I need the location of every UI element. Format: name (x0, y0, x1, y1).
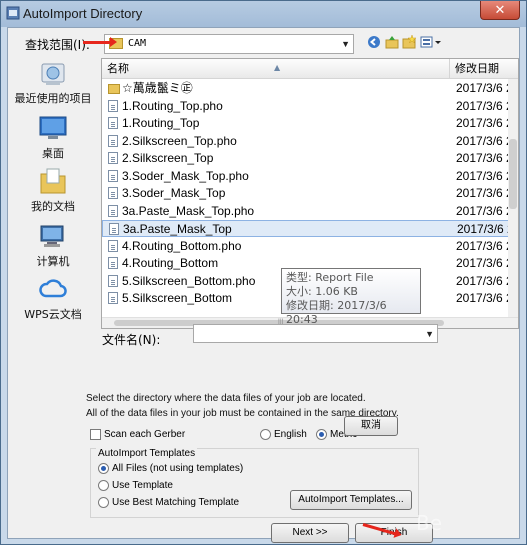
file-name: 2.Silkscreen_Top.pho (122, 133, 237, 148)
look-in-label: 查找范围(I): (25, 38, 90, 52)
place-label: 计算机 (36, 255, 70, 268)
info-line-1: Select the directory where the data file… (86, 393, 366, 404)
computer-icon (38, 221, 68, 251)
recent-places-icon (38, 58, 68, 88)
place-label: 我的文档 (31, 200, 75, 213)
file-name: 1.Routing_Top.pho (122, 98, 223, 113)
scan-gerber-checkbox[interactable] (90, 429, 101, 440)
metric-radio[interactable] (316, 429, 327, 440)
file-row[interactable]: 3.Soder_Mask_Top 2017/3/6 20: (102, 185, 518, 202)
templates-group-title: AutoImport Templates (96, 448, 198, 459)
all-files-radio[interactable] (98, 463, 109, 474)
file-name: 3a.Paste_Mask_Top.pho (122, 203, 255, 218)
file-icon (108, 187, 118, 199)
file-row[interactable]: ☆萬歳鬣ミ㊣ 2017/3/6 20: (102, 80, 518, 97)
tooltip-date: 修改日期: 2017/3/6 20:43 (286, 299, 387, 326)
file-row[interactable]: 3.Soder_Mask_Top.pho 2017/3/6 20: (102, 168, 518, 185)
file-row[interactable]: 2.Silkscreen_Top.pho 2017/3/6 20: (102, 133, 518, 150)
file-info-tooltip: 类型: Report File 大小: 1.06 KB 修改日期: 2017/3… (281, 268, 421, 326)
file-icon (108, 152, 118, 164)
column-name-label: 名称 (107, 62, 129, 75)
file-icon (108, 257, 118, 269)
place-label: 桌面 (42, 147, 64, 160)
place-label: WPS云文档 (24, 308, 82, 321)
vertical-scroll-thumb[interactable] (509, 139, 517, 209)
tooltip-type: 类型: Report File (286, 271, 374, 284)
window-title: AutoImport Directory (23, 6, 143, 21)
file-icon (108, 274, 118, 287)
sort-ascending-icon: ▲ (274, 63, 281, 72)
english-radio[interactable] (260, 429, 271, 440)
column-header-date[interactable]: 修改日期 (450, 59, 518, 79)
use-template-radio[interactable] (98, 480, 109, 491)
folder-icon (108, 84, 120, 94)
tooltip-size: 大小: 1.06 KB (286, 285, 358, 298)
place-desktop[interactable]: 桌面 (8, 113, 98, 161)
file-name: 2.Silkscreen_Top (122, 151, 214, 165)
back-icon[interactable] (366, 35, 382, 51)
file-icon (108, 169, 118, 182)
file-row[interactable]: 4.Routing_Bottom.pho 2017/3/6 20: (102, 238, 518, 255)
places-bar: 最近使用的项目 桌面 我的文档 计算机 WPS云文档 (8, 58, 98, 328)
next-button[interactable]: Next >> (271, 523, 349, 543)
view-menu-icon[interactable] (419, 35, 443, 51)
use-best-template-label: Use Best Matching Template (112, 497, 240, 508)
file-name: 1.Routing_Top (122, 116, 200, 130)
file-icon (109, 223, 119, 235)
vertical-scrollbar[interactable] (508, 79, 518, 319)
filename-label: 文件名(N): (102, 333, 161, 347)
place-label: 最近使用的项目 (14, 92, 92, 105)
file-name: 5.Silkscreen_Bottom.pho (122, 273, 256, 288)
documents-icon (38, 166, 68, 196)
annotation-arrow (83, 37, 117, 47)
autoimport-templates-button[interactable]: AutoImport Templates... (290, 490, 412, 510)
use-best-template-radio[interactable] (98, 497, 109, 508)
autoimport-app-icon (6, 6, 20, 20)
chevron-down-icon[interactable]: ▼ (425, 329, 434, 339)
up-folder-icon[interactable] (384, 35, 400, 51)
file-row[interactable]: 1.Routing_Top 2017/3/6 20: (102, 115, 518, 132)
file-name: 3.Soder_Mask_Top (122, 186, 226, 200)
file-name: 4.Routing_Bottom.pho (122, 238, 242, 253)
file-icon (108, 117, 118, 129)
file-icon (108, 99, 118, 112)
dialog-body: 查找范围(I): CAM ▼ 最近使用的项目 桌面 我的文档 计算机 WPS云文… (7, 27, 520, 543)
desktop-icon (38, 113, 68, 143)
title-bar[interactable]: AutoImport Directory ✕ (1, 1, 526, 27)
place-wps-cloud[interactable]: WPS云文档 (8, 274, 98, 322)
scan-gerber-label: Scan each Gerber (104, 429, 186, 440)
chevron-down-icon: ▼ (341, 39, 350, 49)
file-name: 4.Routing_Bottom (122, 256, 219, 270)
place-computer[interactable]: 计算机 (8, 221, 98, 269)
look-in-value: CAM (128, 38, 147, 49)
use-template-label: Use Template (112, 480, 173, 491)
english-label: English (274, 429, 307, 440)
filename-input[interactable]: ▼ (193, 324, 438, 343)
look-in-dropdown[interactable]: CAM ▼ (104, 34, 354, 54)
place-recent[interactable]: 最近使用的项目 (8, 58, 98, 106)
autoimport-dialog: AutoImport Directory ✕ 查找范围(I): CAM ▼ 最近… (0, 0, 527, 545)
file-name: 3a.Paste_Mask_Top (123, 222, 232, 236)
all-files-label: All Files (not using templates) (112, 463, 244, 474)
watermark: Be (416, 511, 443, 535)
new-folder-icon[interactable] (401, 34, 417, 51)
close-button[interactable]: ✕ (480, 1, 520, 20)
file-icon (108, 292, 118, 304)
file-name: 3.Soder_Mask_Top.pho (122, 168, 249, 183)
place-documents[interactable]: 我的文档 (8, 166, 98, 214)
file-icon (108, 204, 118, 217)
file-icon (108, 134, 118, 147)
file-row[interactable]: 3a.Paste_Mask_Top.pho 2017/3/6 20: (102, 203, 518, 220)
wps-cloud-icon (38, 274, 68, 304)
file-row[interactable]: 1.Routing_Top.pho 2017/3/6 20: (102, 98, 518, 115)
file-name: 5.Silkscreen_Bottom (122, 291, 233, 305)
column-header-name[interactable]: 名称 ▲ (102, 59, 450, 79)
file-row[interactable]: 2.Silkscreen_Top 2017/3/6 20: (102, 150, 518, 167)
column-date-label: 修改日期 (455, 62, 499, 75)
file-name: ☆萬歳鬣ミ㊣ (122, 81, 193, 95)
cancel-button[interactable]: 取消 (344, 416, 398, 436)
file-icon (108, 239, 118, 252)
file-row[interactable]: 3a.Paste_Mask_Top 2017/3/6 20: (102, 220, 518, 237)
